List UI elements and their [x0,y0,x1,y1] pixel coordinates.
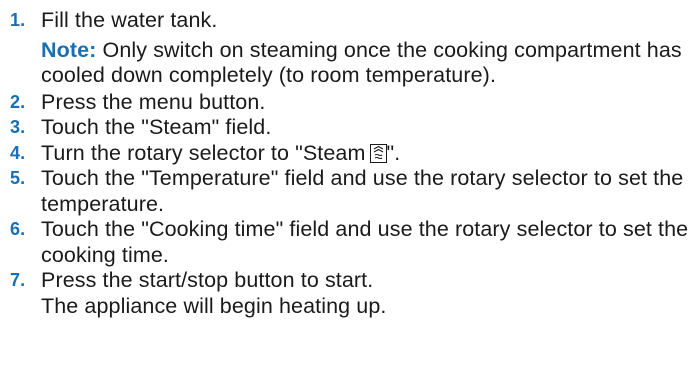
step-2: 2. Press the menu button. [0,90,699,116]
step-text: Touch the "Steam" field. [41,115,272,139]
step-result: The appliance will begin heating up. [41,293,387,318]
step-text-end: ". [386,140,401,165]
step-text: Press the menu button. [41,89,266,114]
steam-mode-icon [369,143,387,163]
note-label: Note: [41,37,97,62]
step-text: Press the start/stop button to start. [41,268,374,292]
step-7: 7. Press the start/stop button to start.… [0,268,699,319]
steps-list: 1. Fill the water tank. Note: Only switc… [0,8,699,319]
step-6: 6. Touch the "Cooking time" field and us… [0,217,699,268]
step-text: Turn the rotary selector to "Steam [41,140,366,165]
step-number: 1. [10,10,26,30]
step-text: Fill the water tank. [41,8,218,32]
step-text: Touch the "Cooking time" field and use t… [41,217,689,267]
step-number: 3. [10,117,26,137]
step-number: 7. [10,270,26,290]
step-5: 5. Touch the "Temperature" field and use… [0,166,699,217]
step-number: 6. [10,219,26,239]
step-4: 4. Turn the rotary selector to "Steam ". [0,141,699,167]
step-number: 5. [10,168,26,188]
note-text: Only switch on steaming once the cooking… [41,37,682,88]
step-text: Touch the "Temperature" field and use th… [41,166,684,216]
step-number: 2. [10,91,26,112]
step-1: 1. Fill the water tank. Note: Only switc… [0,8,699,89]
note: Note: Only switch on steaming once the c… [41,38,699,89]
step-3: 3. Touch the "Steam" field. [0,115,699,141]
step-number: 4. [10,142,26,163]
instruction-document: 1. Fill the water tank. Note: Only switc… [0,0,699,319]
